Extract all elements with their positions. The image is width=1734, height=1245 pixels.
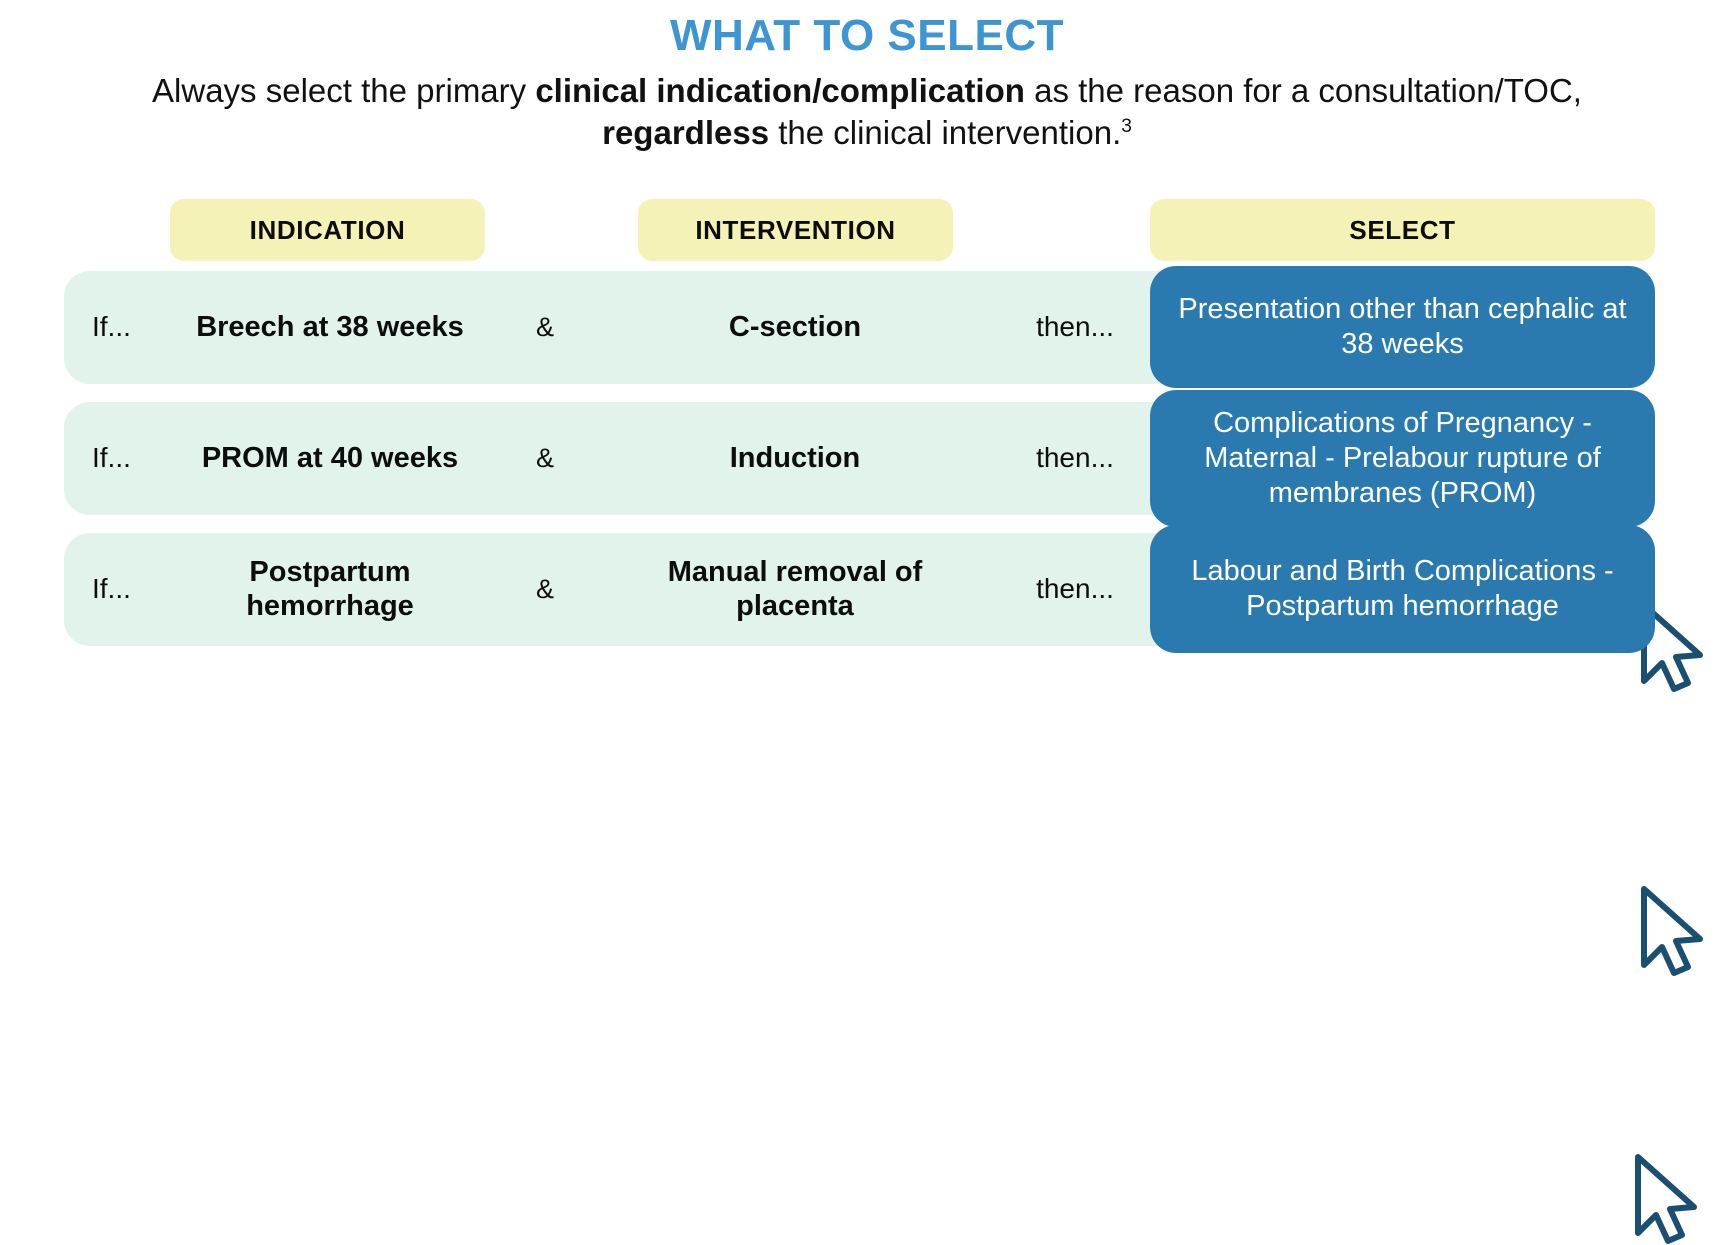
page-subtitle: Always select the primary clinical indic… <box>137 70 1597 153</box>
row-indication-value: PROM at 40 weeks <box>201 441 459 474</box>
table-row: If... Postpartum hemorrhage & Manual rem… <box>0 525 1734 1244</box>
column-header-indication: INDICATION <box>170 199 485 261</box>
subtitle-segment-4-bold: regardless <box>602 113 770 151</box>
subtitle-segment-3: as the reason for a consultation/TOC, <box>1024 72 1582 109</box>
page-title: WHAT TO SELECT <box>669 11 1065 60</box>
row-select-option[interactable]: Complications of Pregnancy - Maternal - … <box>1150 390 1655 527</box>
row-select-option[interactable]: Presentation other than cephalic at 38 w… <box>1150 266 1655 388</box>
table-row: If... Breech at 38 weeks & C-section the… <box>0 266 1734 692</box>
row-indication-value: Breech at 38 weeks <box>196 310 464 343</box>
row-indication-value: Postpartum hemorrhage <box>246 555 414 622</box>
row-select-option[interactable]: Labour and Birth Complications - Postpar… <box>1150 525 1655 653</box>
row-and-symbol: & <box>535 311 554 342</box>
row-intervention-value: Induction <box>729 441 861 474</box>
row-intervention-value: Manual removal of placenta <box>667 555 923 622</box>
row-if-label: If... <box>92 573 131 605</box>
table-row: If... PROM at 40 weeks & Induction then.… <box>0 390 1734 976</box>
row-if-label: If... <box>92 442 131 474</box>
row-if-label: If... <box>92 311 131 343</box>
footnote-marker: 3 <box>1121 115 1132 137</box>
row-intervention-value: C-section <box>728 310 862 343</box>
mouse-pointer-icon <box>1641 886 1703 976</box>
column-header-select: SELECT <box>1150 199 1655 261</box>
column-header-row: INDICATION INTERVENTION SELECT <box>0 199 1734 271</box>
selection-matrix: INDICATION INTERVENTION SELECT If... Bre… <box>0 199 1734 1244</box>
row-and-symbol: & <box>535 573 554 604</box>
row-then-label: then... <box>1036 442 1114 474</box>
row-then-label: then... <box>1036 573 1114 605</box>
subtitle-segment-5: the clinical intervention. <box>769 113 1122 151</box>
subtitle-segment-1: Always select the primary <box>152 72 536 109</box>
row-then-label: then... <box>1036 311 1114 343</box>
column-header-intervention: INTERVENTION <box>638 199 953 261</box>
row-and-symbol: & <box>535 442 554 473</box>
subtitle-segment-2-bold: clinical indication/complication <box>535 72 1025 109</box>
mouse-pointer-icon <box>1635 1154 1697 1244</box>
